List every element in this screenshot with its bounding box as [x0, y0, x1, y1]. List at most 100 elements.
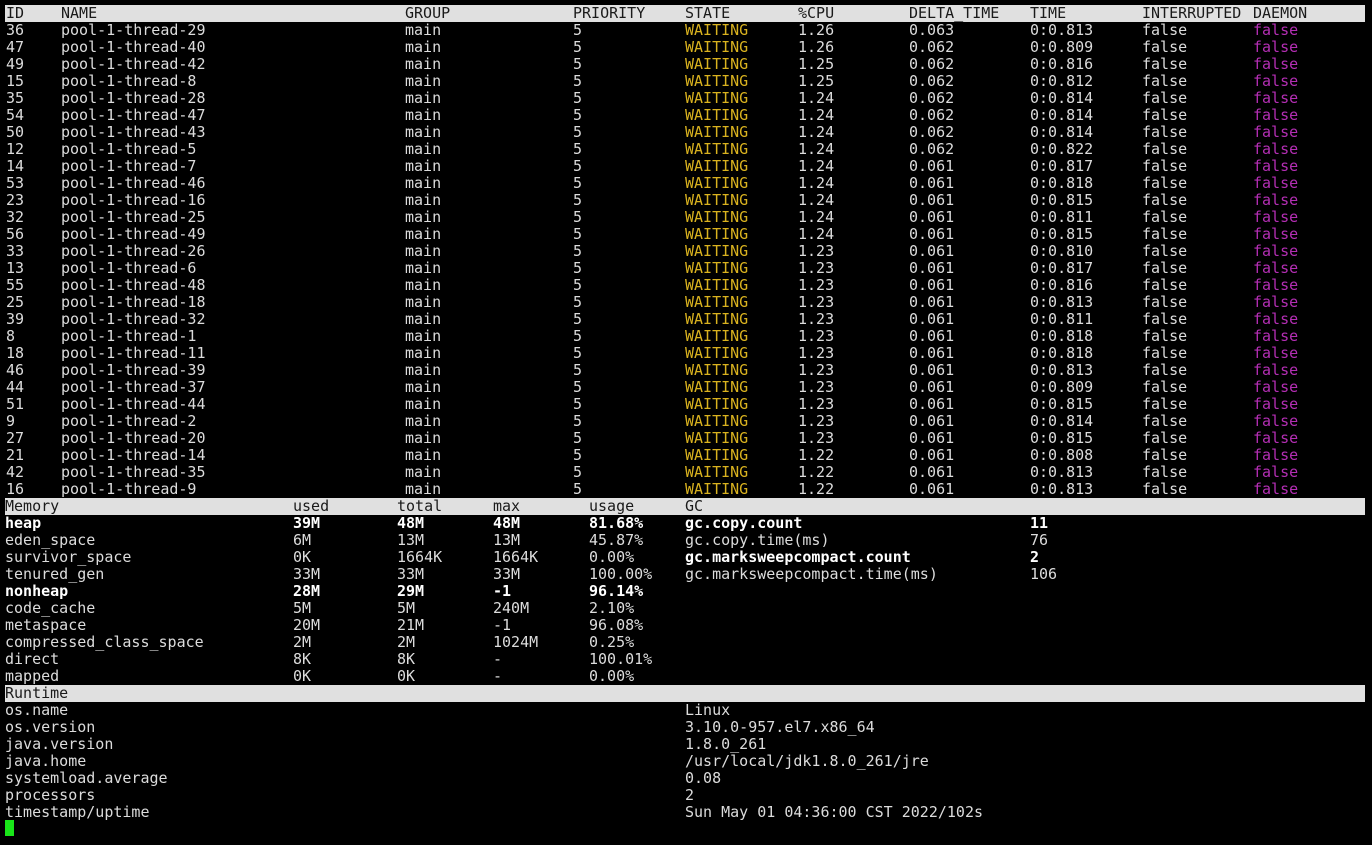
thread-priority: 5 [573, 412, 583, 430]
thread-state: WAITING [685, 276, 749, 294]
runtime-value: Linux [685, 701, 731, 719]
col-header-interrupted: INTERRUPTED [1142, 4, 1242, 22]
thread-id: 27 [6, 429, 25, 447]
thread-daemon: false [1253, 123, 1299, 141]
thread-priority: 5 [573, 21, 583, 39]
col-header-daemon: DAEMON [1253, 4, 1308, 22]
thread-interrupted: false [1142, 242, 1188, 260]
thread-interrupted: false [1142, 259, 1188, 277]
thread-delta-time: 0.061 [909, 310, 955, 328]
thread-row: 33 pool-1-thread-26 main 5 WAITING 1.23 0.061 0… [5, 243, 1365, 260]
thread-group: main [405, 208, 442, 226]
memory-max: 13M [493, 531, 521, 549]
thread-priority: 5 [573, 174, 583, 192]
gc-metric-name: gc.copy.time(ms) [685, 531, 830, 549]
memory-table-body: heap 39M 48M 48M 81.68% gc.copy.count 11 eden_s… [5, 515, 1365, 685]
thread-priority: 5 [573, 89, 583, 107]
runtime-header: Runtime [5, 685, 1365, 702]
gc-metric-value: 76 [1030, 531, 1049, 549]
thread-delta-time: 0.061 [909, 412, 955, 430]
thread-state: WAITING [685, 259, 749, 277]
thread-id: 23 [6, 191, 25, 209]
thread-id: 51 [6, 395, 25, 413]
thread-priority: 5 [573, 344, 583, 362]
col-header-name: NAME [61, 4, 98, 22]
memory-pool-name: eden_space [5, 531, 96, 549]
thread-cpu: 1.26 [798, 38, 835, 56]
thread-interrupted: false [1142, 225, 1188, 243]
thread-state: WAITING [685, 174, 749, 192]
thread-interrupted: false [1142, 21, 1188, 39]
thread-daemon: false [1253, 191, 1299, 209]
thread-time: 0:0.813 [1030, 480, 1094, 498]
thread-cpu: 1.24 [798, 174, 835, 192]
thread-interrupted: false [1142, 72, 1188, 90]
runtime-value: 3.10.0-957.el7.x86_64 [685, 718, 875, 736]
thread-daemon: false [1253, 276, 1299, 294]
thread-group: main [405, 174, 442, 192]
thread-id: 21 [6, 446, 25, 464]
thread-name: pool-1-thread-20 [61, 429, 206, 447]
thread-group: main [405, 327, 442, 345]
memory-total: 8K [397, 650, 416, 668]
memory-row: nonheap 28M 29M -1 96.14% [5, 583, 1365, 600]
thread-id: 33 [6, 242, 25, 260]
gc-header-label: GC [685, 497, 704, 515]
thread-group: main [405, 21, 442, 39]
gc-metric-value: 2 [1030, 548, 1040, 566]
thread-cpu: 1.23 [798, 276, 835, 294]
memory-used: 6M [293, 531, 312, 549]
thread-delta-time: 0.061 [909, 276, 955, 294]
memory-header-used: used [293, 497, 330, 515]
thread-cpu: 1.22 [798, 463, 835, 481]
thread-name: pool-1-thread-46 [61, 174, 206, 192]
thread-name: pool-1-thread-2 [61, 412, 197, 430]
thread-group: main [405, 106, 442, 124]
thread-name: pool-1-thread-32 [61, 310, 206, 328]
thread-daemon: false [1253, 157, 1299, 175]
thread-daemon: false [1253, 463, 1299, 481]
runtime-row: systemload.average 0.08 [5, 770, 1365, 787]
thread-row: 56 pool-1-thread-49 main 5 WAITING 1.24 0.061 0… [5, 226, 1365, 243]
col-header-time: TIME [1030, 4, 1067, 22]
thread-daemon: false [1253, 378, 1299, 396]
thread-cpu: 1.23 [798, 412, 835, 430]
thread-state: WAITING [685, 123, 749, 141]
memory-pool-name: direct [5, 650, 60, 668]
thread-delta-time: 0.061 [909, 446, 955, 464]
thread-row: 55 pool-1-thread-48 main 5 WAITING 1.23 0.061 0… [5, 277, 1365, 294]
thread-delta-time: 0.062 [909, 89, 955, 107]
thread-delta-time: 0.061 [909, 344, 955, 362]
memory-used: 20M [293, 616, 321, 634]
thread-table-header: ID NAME GROUP PRIORITY STATE %CPU DELTA_… [5, 5, 1365, 22]
memory-row: code_cache 5M 5M 240M 2.10% [5, 600, 1365, 617]
thread-priority: 5 [573, 191, 583, 209]
thread-name: pool-1-thread-28 [61, 89, 206, 107]
thread-time: 0:0.811 [1030, 208, 1094, 226]
thread-cpu: 1.23 [798, 378, 835, 396]
thread-daemon: false [1253, 21, 1299, 39]
memory-max: -1 [493, 616, 512, 634]
thread-daemon: false [1253, 38, 1299, 56]
memory-used: 33M [293, 565, 321, 583]
thread-group: main [405, 344, 442, 362]
thread-name: pool-1-thread-18 [61, 293, 206, 311]
thread-daemon: false [1253, 412, 1299, 430]
thread-time: 0:0.815 [1030, 225, 1094, 243]
thread-id: 42 [6, 463, 25, 481]
thread-cpu: 1.26 [798, 21, 835, 39]
thread-delta-time: 0.062 [909, 72, 955, 90]
thread-row: 39 pool-1-thread-32 main 5 WAITING 1.23 0.061 0… [5, 311, 1365, 328]
thread-row: 51 pool-1-thread-44 main 5 WAITING 1.23 0.061 0… [5, 396, 1365, 413]
memory-row: compressed_class_space 2M 2M 1024M 0.25% [5, 634, 1365, 651]
thread-time: 0:0.815 [1030, 429, 1094, 447]
thread-name: pool-1-thread-11 [61, 344, 206, 362]
thread-time: 0:0.818 [1030, 344, 1094, 362]
thread-daemon: false [1253, 106, 1299, 124]
thread-delta-time: 0.061 [909, 259, 955, 277]
thread-priority: 5 [573, 361, 583, 379]
thread-daemon: false [1253, 395, 1299, 413]
thread-priority: 5 [573, 310, 583, 328]
thread-row: 44 pool-1-thread-37 main 5 WAITING 1.23 0.061 0… [5, 379, 1365, 396]
thread-interrupted: false [1142, 463, 1188, 481]
